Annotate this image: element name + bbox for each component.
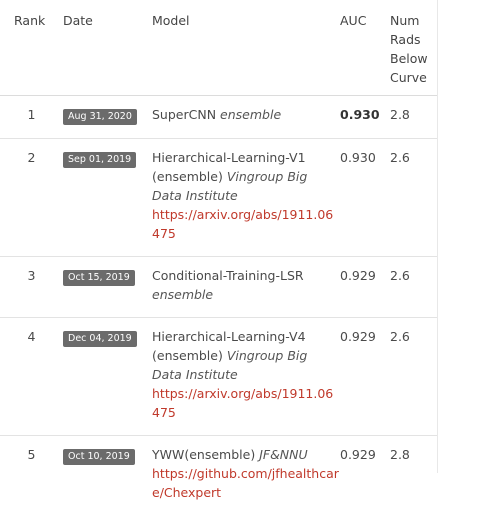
table-row: 2 Sep 01, 2019 Hierarchical-Learning-V1 …	[0, 139, 437, 257]
rank-cell: 5	[0, 436, 63, 515]
model-org: ensemble	[220, 107, 281, 122]
col-header-num-rads-line: Rads	[390, 32, 421, 47]
date-badge: Dec 04, 2019	[63, 331, 137, 347]
num-rads-cell: 2.8	[390, 96, 437, 139]
date-cell: Sep 01, 2019	[63, 139, 152, 257]
table-row: 5 Oct 10, 2019 YWW(ensemble) JF&NNU http…	[0, 436, 437, 515]
col-header-num-rads-line: Num	[390, 13, 419, 28]
rank-cell: 3	[0, 257, 63, 318]
num-rads-cell: 2.8	[390, 436, 437, 515]
table-row: 3 Oct 15, 2019 Conditional-Training-LSR …	[0, 257, 437, 318]
rank-cell: 1	[0, 96, 63, 139]
model-name: Conditional-Training-LSR	[152, 268, 304, 283]
date-cell: Oct 15, 2019	[63, 257, 152, 318]
model-cell: YWW(ensemble) JF&NNU https://github.com/…	[152, 436, 340, 515]
model-cell: Hierarchical-Learning-V1 (ensemble) Ving…	[152, 139, 340, 257]
col-header-rank: Rank	[0, 0, 63, 96]
model-name: SuperCNN	[152, 107, 216, 122]
col-header-num-rads-line: Below	[390, 51, 428, 66]
model-name: YWW(ensemble)	[152, 447, 255, 462]
leaderboard: Rank Date Model AUC Num Rads Below Curve…	[0, 0, 438, 473]
col-header-date: Date	[63, 0, 152, 96]
date-badge: Sep 01, 2019	[63, 152, 136, 168]
date-badge: Aug 31, 2020	[63, 109, 137, 125]
date-cell: Dec 04, 2019	[63, 318, 152, 436]
rank-cell: 2	[0, 139, 63, 257]
code-link[interactable]: https://github.com/jfhealthcare/Chexpert	[152, 466, 339, 500]
date-badge: Oct 10, 2019	[63, 449, 135, 465]
auc-cell: 0.929	[340, 436, 390, 515]
col-header-num-rads-line: Curve	[390, 70, 427, 85]
table-row: 1 Aug 31, 2020 SuperCNN ensemble 0.930 2…	[0, 96, 437, 139]
model-org: JF&NNU	[259, 447, 307, 462]
date-cell: Aug 31, 2020	[63, 96, 152, 139]
col-header-auc: AUC	[340, 0, 390, 96]
paper-link[interactable]: https://arxiv.org/abs/1911.06475	[152, 207, 333, 241]
col-header-num-rads: Num Rads Below Curve	[390, 0, 437, 96]
auc-cell: 0.930	[340, 139, 390, 257]
model-cell: Hierarchical-Learning-V4 (ensemble) Ving…	[152, 318, 340, 436]
auc-cell: 0.929	[340, 257, 390, 318]
leaderboard-table: Rank Date Model AUC Num Rads Below Curve…	[0, 0, 437, 515]
auc-cell: 0.929	[340, 318, 390, 436]
model-cell: Conditional-Training-LSR ensemble	[152, 257, 340, 318]
header-row: Rank Date Model AUC Num Rads Below Curve	[0, 0, 437, 96]
model-org: ensemble	[152, 287, 213, 302]
date-badge: Oct 15, 2019	[63, 270, 135, 286]
model-cell: SuperCNN ensemble	[152, 96, 340, 139]
date-cell: Oct 10, 2019	[63, 436, 152, 515]
col-header-model: Model	[152, 0, 340, 96]
rank-cell: 4	[0, 318, 63, 436]
num-rads-cell: 2.6	[390, 257, 437, 318]
num-rads-cell: 2.6	[390, 139, 437, 257]
table-row: 4 Dec 04, 2019 Hierarchical-Learning-V4 …	[0, 318, 437, 436]
num-rads-cell: 2.6	[390, 318, 437, 436]
paper-link[interactable]: https://arxiv.org/abs/1911.06475	[152, 386, 333, 420]
auc-cell: 0.930	[340, 96, 390, 139]
